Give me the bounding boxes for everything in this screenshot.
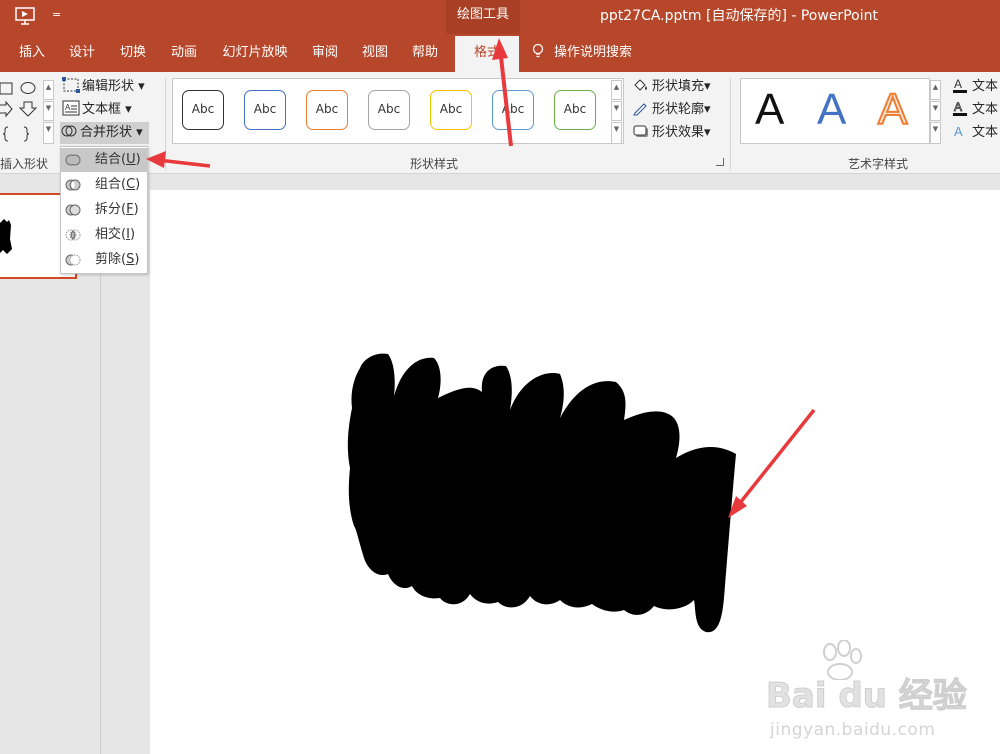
- shape-effects-label: 形状效果: [652, 125, 705, 140]
- wordart-scroll-down[interactable]: ▼: [930, 101, 941, 121]
- merge-shapes-icon: [61, 125, 77, 137]
- fragment-accelerator: F: [126, 202, 134, 217]
- tab-format[interactable]: 格式: [455, 36, 519, 72]
- text-box-label: 文本框: [82, 102, 122, 117]
- text-box-icon: A: [62, 100, 80, 116]
- menu-item-subtract[interactable]: 剪除(S): [61, 248, 147, 272]
- paint-bucket-icon: [634, 79, 647, 91]
- text-fill-button[interactable]: A 文本: [952, 76, 998, 98]
- menu-item-fragment[interactable]: 拆分(F): [61, 198, 147, 222]
- merge-shapes-label: 合并形状: [80, 125, 133, 140]
- tab-animations[interactable]: 动画: [164, 34, 204, 72]
- svg-text:A: A: [954, 100, 962, 114]
- shape-effects-icon: [633, 125, 648, 137]
- watermark-url: jingyan.baidu.com: [770, 720, 936, 740]
- intersect-icon: [65, 229, 81, 241]
- svg-text:A: A: [954, 124, 963, 139]
- styles-scroll-down[interactable]: ▼: [611, 101, 622, 121]
- shape-style-swatch[interactable]: Abc: [244, 90, 286, 130]
- tell-me-label: 操作说明搜索: [554, 45, 633, 60]
- scribble-shape[interactable]: [346, 348, 738, 638]
- svg-text:A: A: [65, 103, 71, 112]
- merge-shapes-button[interactable]: 合并形状 ▾: [60, 122, 149, 144]
- wordart-style-blue[interactable]: A: [817, 84, 846, 136]
- drawing-tools-context-label: 绘图工具: [446, 0, 520, 34]
- shapes-gallery[interactable]: [0, 78, 42, 148]
- shapes-more[interactable]: ▼: [43, 122, 54, 144]
- shape-outline-label: 形状轮廓: [652, 102, 705, 117]
- styles-scroll-up[interactable]: ▲: [611, 80, 622, 100]
- shape-style-swatch[interactable]: Abc: [554, 90, 596, 130]
- tab-design[interactable]: 设计: [62, 34, 102, 72]
- tab-slideshow[interactable]: 幻灯片放映: [214, 34, 296, 72]
- tab-help[interactable]: 帮助: [404, 34, 446, 72]
- document-title: ppt27CA.pptm [自动保存的] - PowerPoint: [600, 8, 878, 24]
- text-effects-label: 文本: [972, 125, 999, 140]
- fragment-label: 拆分: [95, 202, 122, 217]
- wordart-more[interactable]: ▼: [930, 122, 941, 144]
- tab-view[interactable]: 视图: [354, 34, 396, 72]
- wordart-style-black[interactable]: A: [755, 84, 784, 136]
- tab-insert[interactable]: 插入: [12, 34, 52, 72]
- shape-effects-button[interactable]: 形状效果▾: [632, 122, 711, 144]
- union-icon: [65, 154, 81, 166]
- shape-style-swatch[interactable]: Abc: [182, 90, 224, 130]
- group-divider: [730, 78, 731, 170]
- shapes-scroll-down[interactable]: ▼: [43, 101, 54, 121]
- text-fill-icon: A: [953, 77, 967, 93]
- union-label: 结合: [95, 152, 122, 167]
- subtract-accelerator: S: [126, 252, 135, 267]
- text-fill-label: 文本: [972, 79, 999, 94]
- wordart-styles-group-label: 艺术字样式: [848, 157, 909, 171]
- menu-item-intersect[interactable]: 相交(I): [61, 223, 147, 247]
- tab-review[interactable]: 审阅: [305, 34, 345, 72]
- present-from-start-icon[interactable]: [14, 6, 36, 26]
- watermark: Bai du 经验 jingyan.baidu.com: [760, 640, 1000, 754]
- text-box-button[interactable]: A 文本框 ▾: [62, 99, 132, 121]
- watermark-brand: Bai du 经验: [766, 676, 968, 717]
- shape-styles-launcher-icon[interactable]: [716, 158, 724, 166]
- wordart-scroll-up[interactable]: ▲: [930, 80, 941, 100]
- shape-style-swatch[interactable]: Abc: [430, 90, 472, 130]
- combine-icon: [65, 179, 81, 191]
- shape-outline-button[interactable]: 形状轮廓▾: [632, 99, 711, 121]
- shape-styles-group-label: 形状样式: [410, 157, 459, 171]
- shape-fill-button[interactable]: 形状填充▾: [632, 76, 711, 98]
- pen-outline-icon: [633, 103, 647, 116]
- subtract-label: 剪除: [95, 252, 122, 267]
- insert-shapes-group-label: 插入形状: [0, 157, 49, 171]
- wordart-style-orange-outline[interactable]: A: [877, 84, 908, 136]
- shape-fill-label: 形状填充: [652, 79, 705, 94]
- text-outline-label: 文本: [972, 102, 999, 117]
- svg-text:A: A: [954, 77, 962, 91]
- union-accelerator: U: [126, 152, 136, 167]
- thumbnail-shape-preview: [0, 219, 12, 254]
- edit-shape-label: 编辑形状: [82, 79, 135, 94]
- text-outline-icon: A: [953, 100, 967, 116]
- fragment-icon: [65, 204, 81, 216]
- tab-transitions[interactable]: 切换: [112, 34, 154, 72]
- combine-accelerator: C: [126, 177, 136, 192]
- text-outline-button[interactable]: A 文本: [952, 99, 998, 121]
- styles-more[interactable]: ▼: [611, 122, 622, 144]
- intersect-accelerator: I: [126, 227, 130, 242]
- text-effects-icon: A: [954, 124, 963, 139]
- subtract-icon: [65, 254, 81, 266]
- menu-item-union[interactable]: 结合(U): [61, 148, 147, 172]
- group-divider: [165, 78, 166, 170]
- intersect-label: 相交: [95, 227, 122, 242]
- edit-shape-icon: [62, 77, 80, 93]
- tell-me-search[interactable]: 操作说明搜索: [532, 34, 632, 72]
- text-effects-button[interactable]: A 文本: [952, 122, 998, 144]
- shapes-scroll-up[interactable]: ▲: [43, 80, 54, 100]
- shape-style-swatch[interactable]: Abc: [368, 90, 410, 130]
- combine-label: 组合: [95, 177, 122, 192]
- menu-item-combine[interactable]: 组合(C): [61, 173, 147, 197]
- quick-access-menu-icon[interactable]: =: [52, 5, 66, 25]
- shape-style-swatch[interactable]: Abc: [306, 90, 348, 130]
- edit-shape-button[interactable]: 编辑形状 ▾: [62, 76, 145, 98]
- shape-style-swatch[interactable]: Abc: [492, 90, 534, 130]
- lightbulb-icon: [532, 43, 544, 58]
